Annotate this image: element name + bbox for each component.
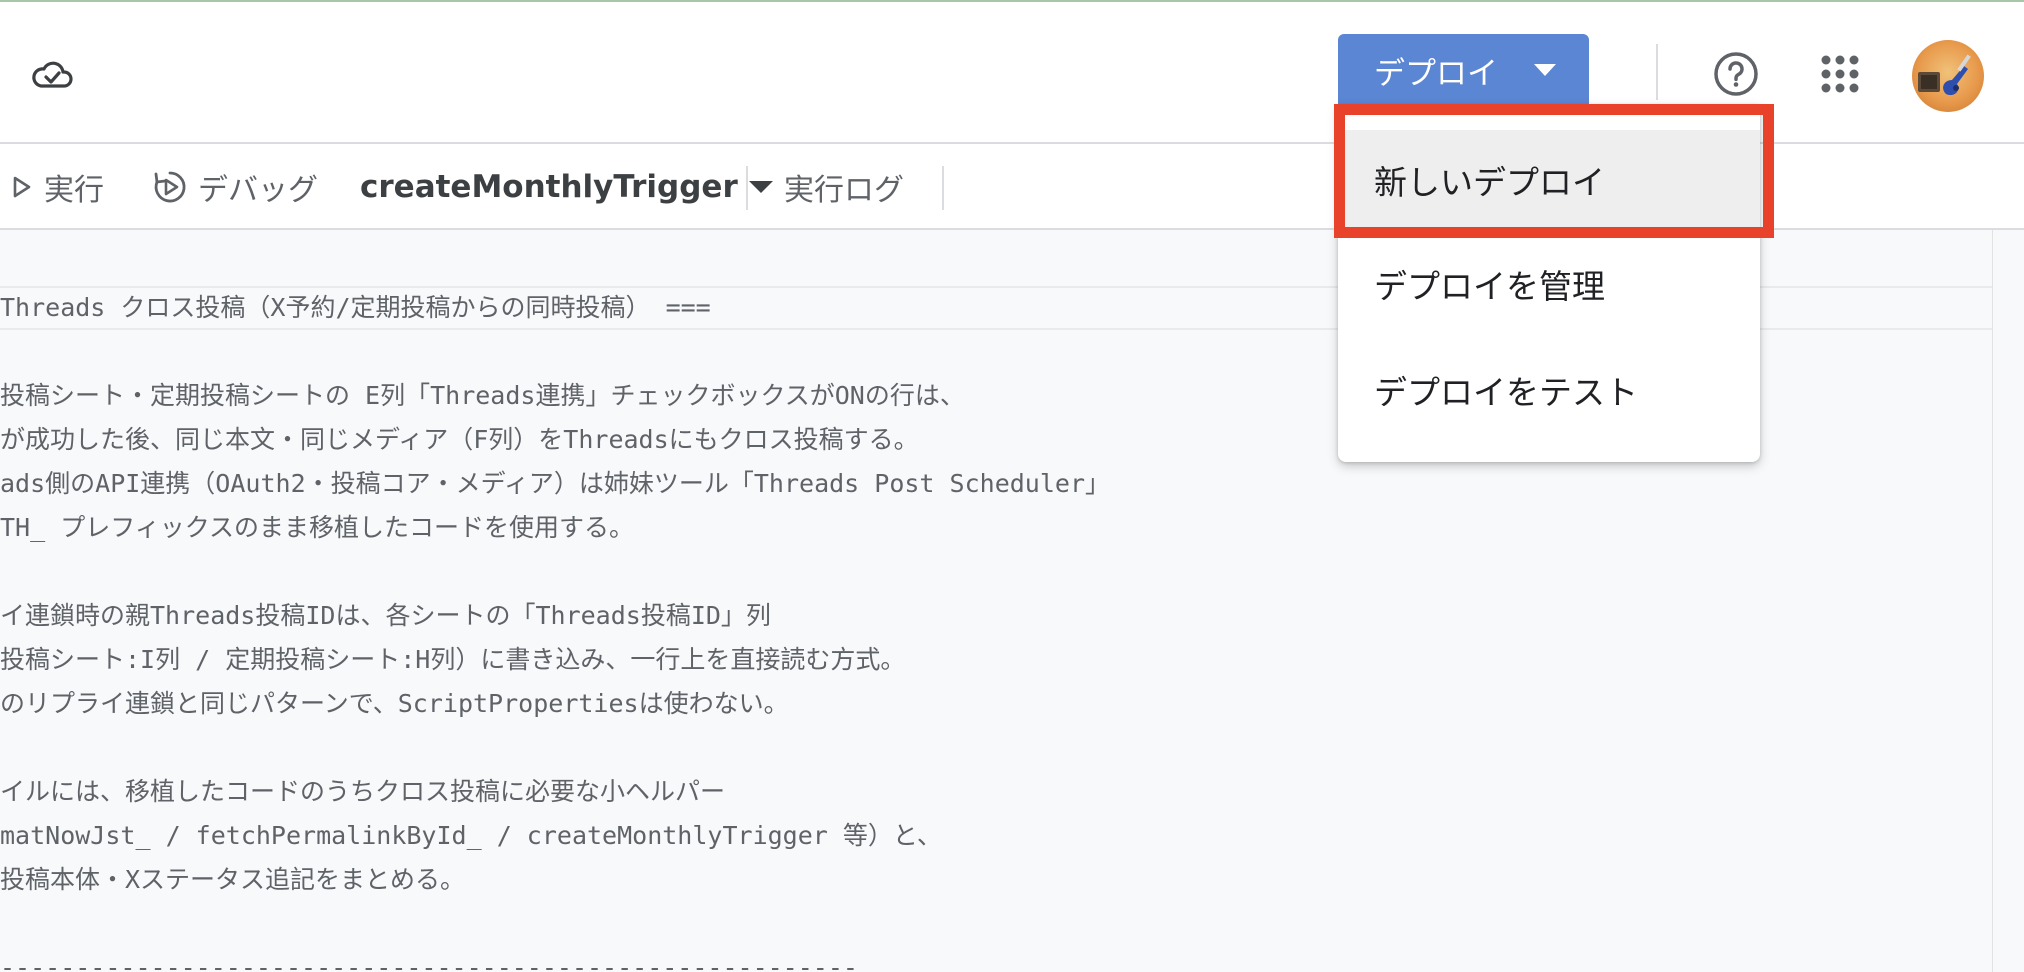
function-select-value: createMonthlyTrigger [360, 169, 738, 205]
play-icon [13, 176, 31, 198]
highlight-annotation-box [1334, 104, 1774, 238]
menu-item-label: デプロイを管理 [1374, 267, 1605, 306]
run-label: 実行 [44, 173, 104, 208]
debug-icon [154, 171, 186, 203]
code-line: matNowJst_ / fetchPermalinkById_ / creat… [0, 821, 942, 850]
account-avatar[interactable] [1912, 40, 1984, 112]
header-divider [1656, 44, 1658, 100]
execution-log-button[interactable]: 実行ログ [784, 144, 904, 230]
code-line: 投稿シート・定期投稿シートの E列「Threads連携」チェックボックスがONの… [0, 381, 965, 410]
debug-label: デバッグ [198, 173, 318, 208]
code-line: 投稿本体・Xステータス追記をまとめる。 [0, 865, 466, 894]
run-button[interactable]: 実行 [12, 144, 104, 230]
cloud-save-icon[interactable] [30, 56, 74, 92]
deploy-button[interactable]: デプロイ [1338, 34, 1589, 106]
toolbar-divider [942, 166, 944, 210]
help-icon[interactable] [1712, 50, 1760, 98]
code-line: イ連鎖時の親Threads投稿IDは、各シートの「Threads投稿ID」列 [0, 601, 771, 630]
debug-button[interactable]: デバッグ [152, 144, 318, 230]
apps-grid-icon[interactable] [1820, 54, 1860, 94]
menu-item-test-deployments[interactable]: デプロイをテスト [1338, 340, 1760, 440]
toolbar-divider [746, 166, 748, 210]
chevron-down-icon [748, 181, 773, 193]
avatar-guitar-image [1918, 54, 1971, 96]
code-line: のリプライ連鎖と同じパターンで、ScriptPropertiesは使わない。 [0, 689, 789, 718]
function-select[interactable]: createMonthlyTrigger [360, 144, 774, 230]
code-line: イルには、移植したコードのうちクロス投稿に必要な小ヘルパー [0, 777, 726, 806]
caret-down-icon [1534, 64, 1556, 76]
execution-log-label: 実行ログ [784, 173, 904, 208]
code-line: TH_ プレフィックスのまま移植したコードを使用する。 [0, 513, 634, 542]
menu-item-manage-deployments[interactable]: デプロイを管理 [1338, 234, 1760, 334]
code-line: Threads クロス投稿（X予約/定期投稿からの同時投稿） === [0, 293, 711, 322]
code-line: ads側のAPI連携（OAuth2・投稿コア・メディア）は姉妹ツール「Threa… [0, 469, 1110, 498]
menu-item-label: デプロイをテスト [1374, 373, 1638, 412]
deploy-button-label: デプロイ [1374, 55, 1498, 92]
code-line: ----------------------------------------… [0, 953, 858, 972]
code-line: が成功した後、同じ本文・同じメディア（F列）をThreadsにもクロス投稿する。 [0, 425, 919, 454]
code-line: 投稿シート:I列 / 定期投稿シート:H列）に書き込み、一行上を直接読む方式。 [0, 645, 906, 674]
editor-scrollbar[interactable] [1992, 230, 2024, 972]
